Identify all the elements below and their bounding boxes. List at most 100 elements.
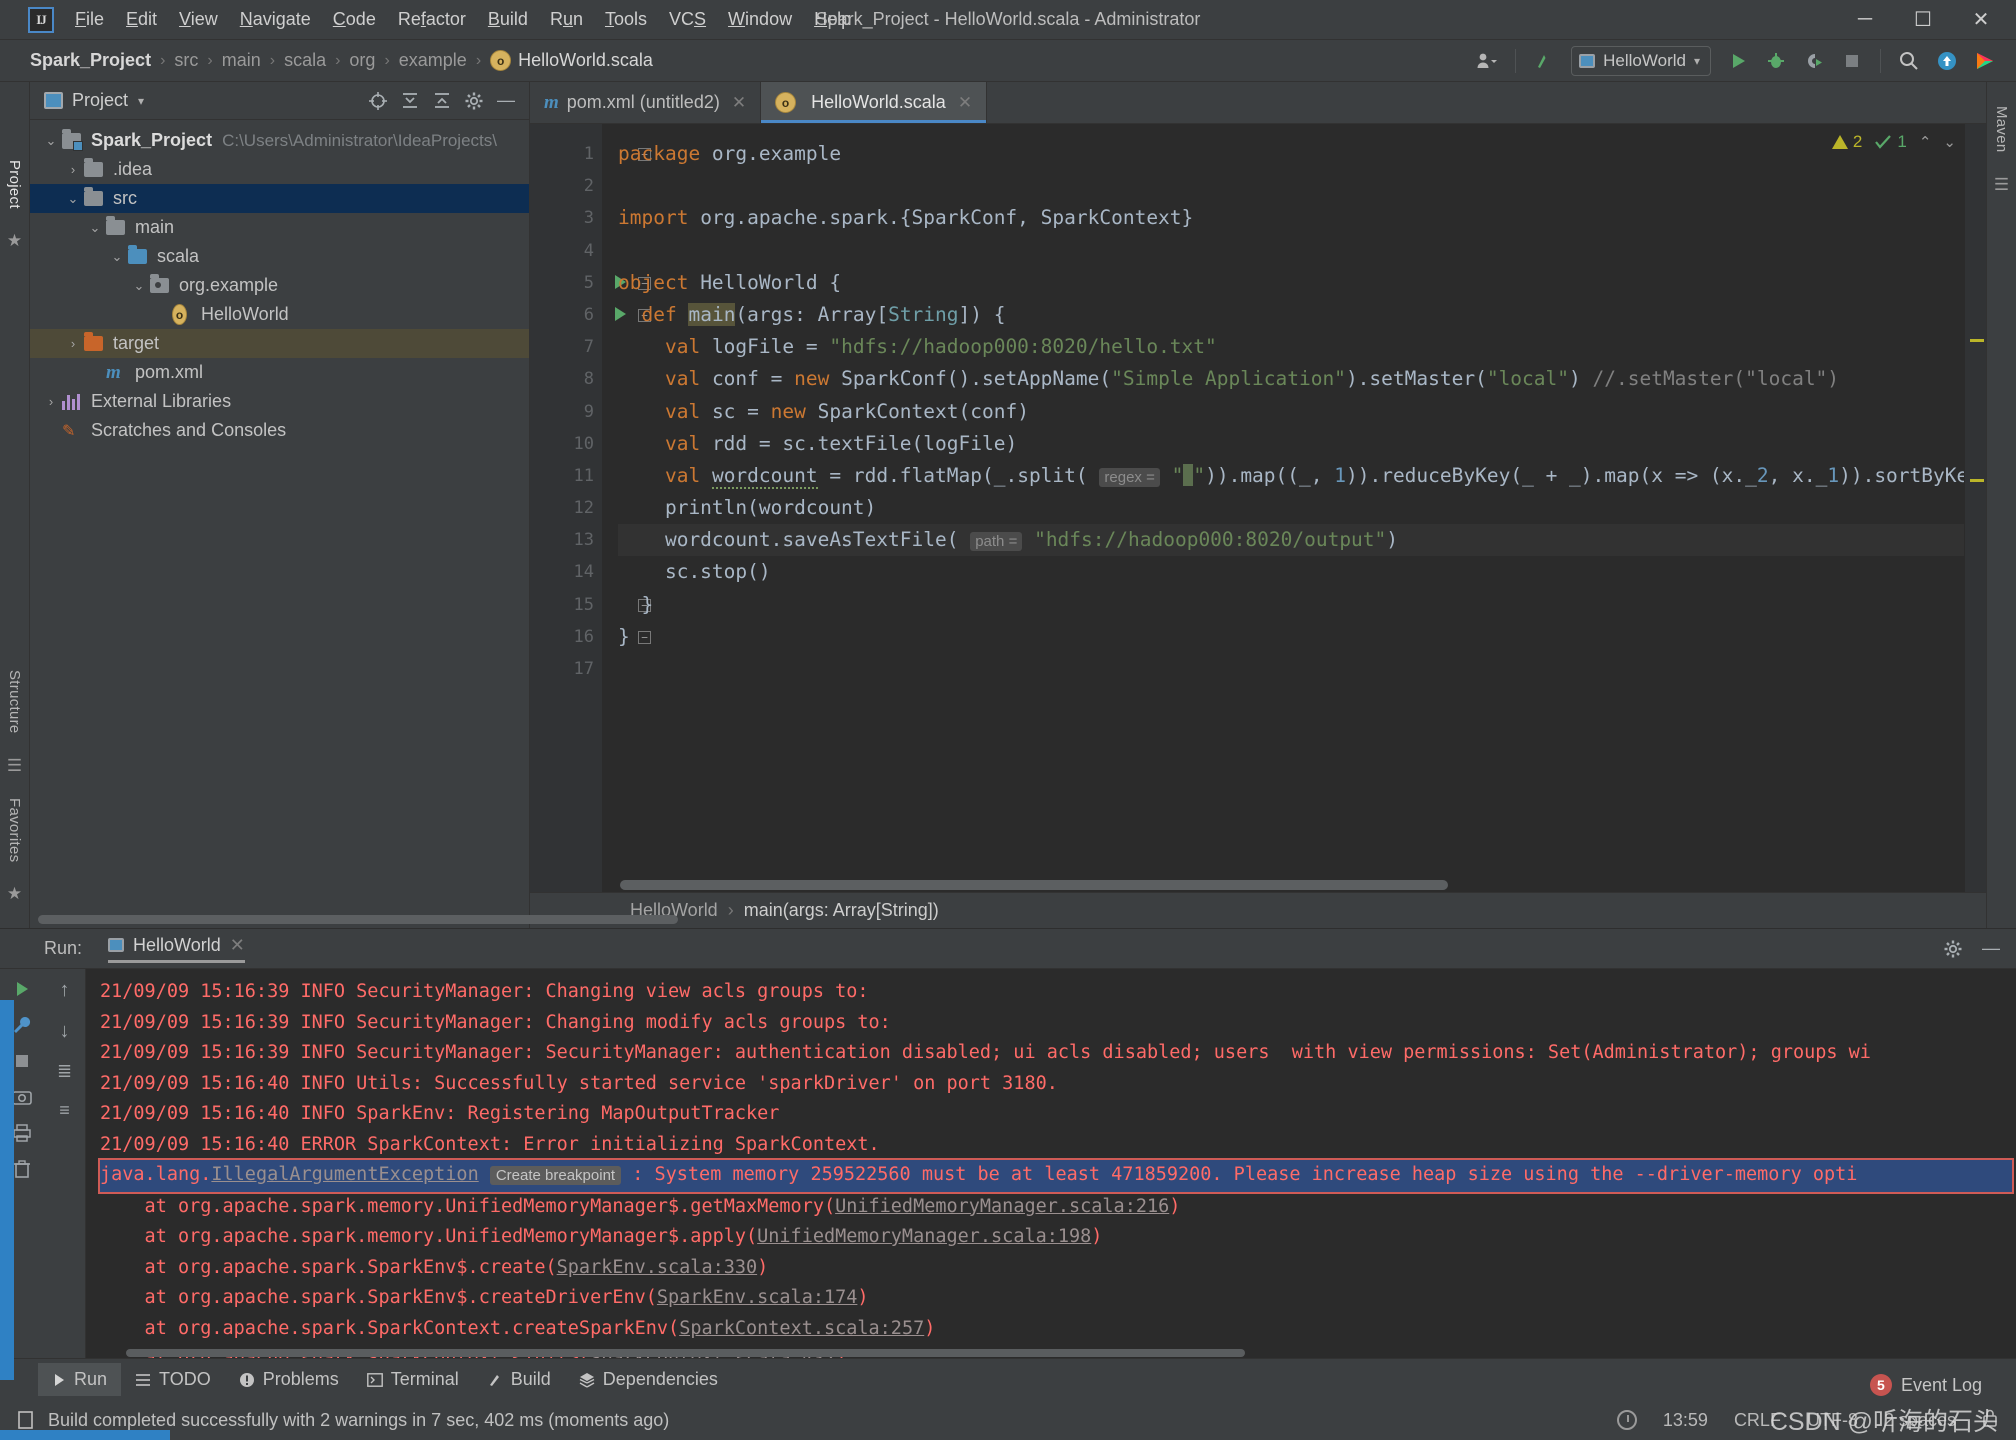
user-icon[interactable] xyxy=(1470,45,1504,77)
tree-row--idea[interactable]: ›.idea xyxy=(30,155,529,184)
line-number-10[interactable]: 10 xyxy=(530,428,602,460)
editor-code[interactable]: package org.example import org.apache.sp… xyxy=(602,124,1986,892)
expand-icon[interactable] xyxy=(427,86,457,116)
inspection-icon[interactable] xyxy=(1617,1410,1637,1430)
file-encoding[interactable]: UTF-8 xyxy=(1807,1410,1858,1431)
code-line-15[interactable]: } xyxy=(618,589,1986,621)
console-line[interactable]: 21/09/09 15:16:40 INFO SparkEnv: Registe… xyxy=(100,1099,2016,1130)
project-tree[interactable]: ⌄Spark_ProjectC:\Users\Administrator\Ide… xyxy=(30,120,529,912)
breadcrumb-item-scala[interactable]: scala xyxy=(284,50,326,71)
scroll-up-icon[interactable]: ↑ xyxy=(60,979,70,1002)
console-line[interactable]: 21/09/09 15:16:40 ERROR SparkContext: Er… xyxy=(100,1130,2016,1161)
scroll-down-icon[interactable]: ↓ xyxy=(60,1020,70,1043)
hide-icon[interactable]: — xyxy=(1976,934,2006,964)
tool-tab-maven[interactable]: Maven xyxy=(1989,98,2014,161)
menu-item-build[interactable]: Build xyxy=(477,5,539,34)
bookmark-icon[interactable]: ★ xyxy=(7,231,22,251)
line-number-17[interactable]: 17 xyxy=(530,653,602,685)
console-line[interactable]: at org.apache.spark.SparkEnv$.createDriv… xyxy=(100,1283,2016,1314)
line-number-14[interactable]: 14 xyxy=(530,556,602,588)
hide-icon[interactable]: — xyxy=(491,86,521,116)
run-icon[interactable] xyxy=(1721,45,1755,77)
maximize-button[interactable]: ☐ xyxy=(1894,1,1952,39)
menu-item-edit[interactable]: Edit xyxy=(115,5,168,34)
console-line[interactable]: 21/09/09 15:16:39 INFO SecurityManager: … xyxy=(100,1008,2016,1039)
upload-icon[interactable] xyxy=(1930,45,1964,77)
search-icon[interactable] xyxy=(1892,45,1926,77)
bottom-tab-run[interactable]: Run xyxy=(38,1363,121,1396)
close-icon[interactable]: ✕ xyxy=(958,93,972,113)
code-line-10[interactable]: val rdd = sc.textFile(logFile) xyxy=(618,428,1986,460)
menu-item-refactor[interactable]: Refactor xyxy=(387,5,477,34)
tree-twisty[interactable]: › xyxy=(62,336,84,351)
star-icon[interactable]: ★ xyxy=(7,884,22,904)
breadcrumb-item-org[interactable]: org xyxy=(349,50,375,71)
editor-tab-pom[interactable]: m pom.xml (untitled2) ✕ xyxy=(530,82,761,123)
line-number-9[interactable]: 9 xyxy=(530,396,602,428)
console-hscrollbar[interactable] xyxy=(126,1349,1245,1357)
code-line-14[interactable]: sc.stop() xyxy=(618,556,1986,588)
idea-logo-icon[interactable] xyxy=(1968,45,2002,77)
code-line-8[interactable]: val conf = new SparkConf().setAppName("S… xyxy=(618,363,1986,395)
code-line-3[interactable]: import org.apache.spark.{SparkConf, Spar… xyxy=(618,202,1986,234)
line-number-15[interactable]: 15− xyxy=(530,589,602,621)
tree-twisty[interactable]: ⌄ xyxy=(128,278,150,294)
close-icon[interactable]: ✕ xyxy=(732,93,746,113)
line-number-1[interactable]: 1− xyxy=(530,138,602,170)
tree-twisty[interactable]: › xyxy=(62,162,84,177)
line-number-5[interactable]: 5− xyxy=(530,267,602,299)
inspection-mark[interactable] xyxy=(1970,339,1984,342)
menu-item-vcs[interactable]: VCS xyxy=(658,5,717,34)
code-line-13[interactable]: wordcount.saveAsTextFile( path = "hdfs:/… xyxy=(618,524,1986,556)
structure-icon[interactable]: ☰ xyxy=(7,756,22,776)
gear-icon[interactable] xyxy=(1938,934,1968,964)
line-number-16[interactable]: 16− xyxy=(530,621,602,653)
lock-icon[interactable] xyxy=(1982,1409,1998,1432)
tree-row-scratches-and-consoles[interactable]: ✎Scratches and Consoles xyxy=(30,416,529,445)
minimize-button[interactable]: ─ xyxy=(1836,1,1894,39)
line-number-3[interactable]: 3 xyxy=(530,202,602,234)
tool-tab-project[interactable]: Project xyxy=(2,152,27,217)
trash-icon[interactable] xyxy=(13,1157,31,1181)
console-line[interactable]: at org.apache.spark.memory.UnifiedMemory… xyxy=(100,1192,2016,1223)
console-line[interactable]: at org.apache.spark.SparkEnv$.create(Spa… xyxy=(100,1253,2016,1284)
line-number-13[interactable]: 13 xyxy=(530,524,602,556)
tree-row-target[interactable]: ›target xyxy=(30,329,529,358)
code-line-11[interactable]: val wordcount = rdd.flatMap(_.split( reg… xyxy=(618,460,1986,492)
line-number-4[interactable]: 4 xyxy=(530,235,602,267)
tree-twisty[interactable]: ⌄ xyxy=(84,220,106,236)
stop-icon[interactable] xyxy=(1835,45,1869,77)
bottom-tab-problems[interactable]: Problems xyxy=(225,1363,353,1396)
tree-twisty[interactable]: › xyxy=(40,394,62,409)
line-number-12[interactable]: 12 xyxy=(530,492,602,524)
code-line-6[interactable]: def main(args: Array[String]) { xyxy=(618,299,1986,331)
line-separator[interactable]: CRLF xyxy=(1734,1410,1781,1431)
notifications-icon[interactable]: ☰ xyxy=(1994,175,2009,195)
run-with-coverage-icon[interactable] xyxy=(1797,45,1831,77)
code-line-17[interactable] xyxy=(618,653,1986,685)
line-number-6[interactable]: 6− xyxy=(530,299,602,331)
code-line-16[interactable]: } xyxy=(618,621,1986,653)
bottom-tab-todo[interactable]: TODO xyxy=(121,1363,225,1396)
print-icon[interactable] xyxy=(12,1121,32,1145)
editor-tab-helloworld[interactable]: o HelloWorld.scala ✕ xyxy=(761,82,987,123)
next-highlight-icon[interactable]: ⌄ xyxy=(1943,133,1956,151)
tree-row-src[interactable]: ⌄src xyxy=(30,184,529,213)
code-line-1[interactable]: package org.example xyxy=(618,138,1986,170)
line-number-11[interactable]: 11 xyxy=(530,460,602,492)
menu-item-window[interactable]: Window xyxy=(717,5,803,34)
tool-tab-favorites[interactable]: Favorites xyxy=(2,790,27,870)
tree-row-scala[interactable]: ⌄scala xyxy=(30,242,529,271)
settings-icon[interactable] xyxy=(459,86,489,116)
soft-wrap-icon[interactable]: ≣ xyxy=(57,1061,72,1082)
line-number-2[interactable]: 2 xyxy=(530,170,602,202)
target-icon[interactable] xyxy=(363,86,393,116)
menu-item-code[interactable]: Code xyxy=(322,5,387,34)
tool-tab-structure[interactable]: Structure xyxy=(2,662,27,742)
camera-icon[interactable] xyxy=(12,1085,32,1109)
menu-item-run[interactable]: Run xyxy=(539,5,594,34)
tree-row-org-example[interactable]: ⌄org.example xyxy=(30,271,529,300)
code-line-4[interactable] xyxy=(618,235,1986,267)
tree-twisty[interactable]: ⌄ xyxy=(40,133,62,149)
inspection-mark[interactable] xyxy=(1970,479,1984,482)
